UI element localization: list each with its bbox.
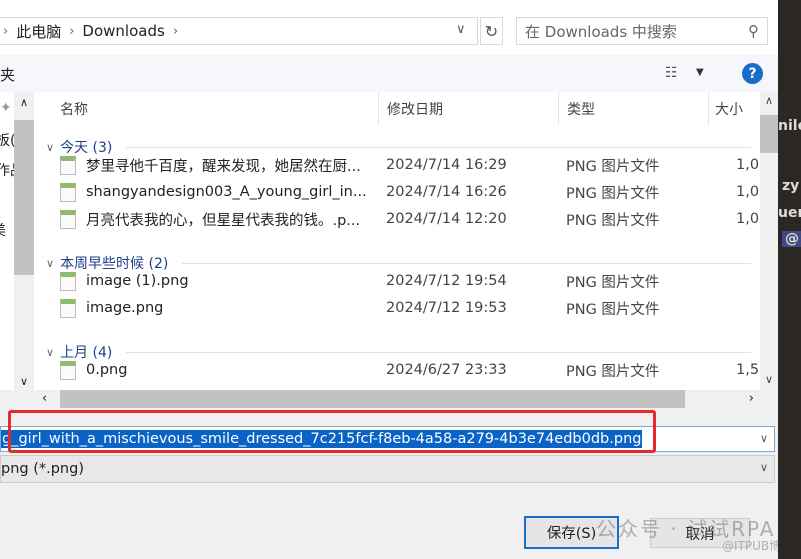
crumb-this-pc[interactable]: 此电脑	[16, 21, 61, 42]
file-name: image (1).png	[86, 273, 189, 289]
png-file-icon	[60, 155, 76, 175]
refresh-button[interactable]: ↻	[480, 17, 503, 45]
caret-down-icon[interactable]: ▼	[696, 67, 704, 78]
file-type: PNG 图片文件	[566, 212, 660, 229]
breadcrumb[interactable]: › 此电脑 › Downloads ›	[0, 17, 478, 45]
file-date: 2024/7/12 19:53	[386, 300, 507, 316]
file-type: PNG 图片文件	[566, 363, 660, 380]
divider	[126, 146, 751, 148]
chevron-down-icon: ∨	[46, 256, 55, 270]
png-file-icon	[60, 298, 76, 318]
file-name: shangyandesign003_A_young_girl_in...	[86, 184, 367, 200]
background-window: nile zy uer @	[778, 0, 801, 559]
file-type: PNG 图片文件	[566, 274, 660, 291]
column-type-label: 类型	[567, 101, 595, 118]
scroll-down-icon[interactable]: ∨	[14, 375, 34, 388]
column-date-label: 修改日期	[387, 101, 443, 118]
nav-item[interactable]: 美	[0, 220, 6, 240]
file-row[interactable]: image.png 2024/7/12 19:53 PNG 图片文件	[60, 295, 760, 321]
file-size: 1,08	[736, 157, 760, 173]
help-button[interactable]: ?	[742, 63, 763, 84]
png-file-icon	[60, 360, 76, 380]
file-date: 2024/7/14 16:26	[386, 184, 507, 200]
file-list: 名称 修改日期∨ 类型 大小 ∨今天 (3)梦里寻他千百度，醒来发现，她居然在厨…	[36, 92, 760, 390]
chevron-down-icon[interactable]: ∨	[760, 461, 768, 474]
filetype-value: png (*.png)	[1, 461, 84, 477]
bg-text: uer	[778, 205, 801, 221]
file-date: 2024/6/27 23:33	[386, 362, 507, 378]
file-row[interactable]: 0.png 2024/6/27 23:33 PNG 图片文件 1,58	[60, 357, 760, 383]
toolbar	[0, 55, 778, 92]
pin-icon: ✦	[0, 100, 12, 116]
column-size-label: 大小	[715, 101, 743, 118]
chevron-right-icon: ›	[69, 23, 75, 39]
file-name: 梦里寻他千百度，醒来发现，她居然在厨...	[86, 158, 361, 175]
search-input[interactable]: 在 Downloads 中搜索 ⚲	[516, 17, 768, 45]
file-type: PNG 图片文件	[566, 301, 660, 318]
file-date: 2024/7/12 19:54	[386, 273, 507, 289]
png-file-icon	[60, 271, 76, 291]
file-size: 1,02	[736, 184, 760, 200]
chevron-down-icon[interactable]: ∨	[760, 432, 768, 445]
sort-desc-icon: ∨	[459, 92, 466, 95]
scroll-up-icon[interactable]: ∧	[14, 96, 34, 109]
column-date[interactable]: 修改日期 ∨	[379, 92, 559, 125]
scroll-right-icon[interactable]: ›	[749, 391, 754, 406]
file-row[interactable]: shangyandesign003_A_young_girl_in... 2024…	[60, 179, 760, 205]
vertical-scrollbar-thumb[interactable]	[760, 115, 778, 153]
column-name-label: 名称	[60, 101, 88, 118]
file-type: PNG 图片文件	[566, 185, 660, 202]
scroll-up-icon[interactable]: ∧	[760, 94, 778, 107]
column-type[interactable]: 类型	[559, 92, 709, 125]
column-size[interactable]: 大小	[709, 92, 760, 125]
crumb-downloads[interactable]: Downloads	[82, 22, 164, 40]
file-date: 2024/7/14 16:29	[386, 157, 507, 173]
file-size: 1,06	[736, 211, 760, 227]
bg-text: @	[782, 231, 801, 247]
view-list-icon[interactable]: ☷	[665, 65, 678, 81]
bg-text: nile	[778, 118, 801, 134]
nav-scrollbar-thumb[interactable]	[14, 120, 34, 275]
new-folder-button[interactable]: 夹	[0, 64, 15, 85]
divider	[126, 351, 751, 353]
divider	[182, 262, 751, 264]
file-date: 2024/7/14 12:20	[386, 211, 507, 227]
scroll-left-icon[interactable]: ‹	[42, 391, 47, 406]
chevron-down-icon[interactable]: ∨	[456, 22, 466, 37]
column-name[interactable]: 名称	[36, 92, 379, 125]
file-name: image.png	[86, 300, 164, 316]
bg-text: zy	[782, 178, 800, 194]
png-file-icon	[60, 182, 76, 202]
file-name: 月亮代表我的心，但星星代表我的钱。.p...	[86, 212, 361, 229]
file-row[interactable]: image (1).png 2024/7/12 19:54 PNG 图片文件	[60, 268, 760, 294]
filetype-select[interactable]: png (*.png) ∨	[0, 455, 775, 483]
file-name: 0.png	[86, 362, 128, 378]
file-row[interactable]: 月亮代表我的心，但星星代表我的钱。.p... 2024/7/14 12:20 PNG…	[60, 206, 760, 232]
file-row[interactable]: 梦里寻他千百度，醒来发现，她居然在厨... 2024/7/14 16:29 PNG …	[60, 152, 760, 178]
search-placeholder: 在 Downloads 中搜索	[525, 22, 677, 41]
chevron-down-icon: ∨	[46, 140, 55, 154]
png-file-icon	[60, 209, 76, 229]
file-size: 1,58	[736, 362, 760, 378]
file-type: PNG 图片文件	[566, 158, 660, 175]
highlight-box	[8, 410, 656, 453]
chevron-right-icon: ›	[172, 23, 179, 39]
horizontal-scrollbar-thumb[interactable]	[60, 390, 685, 408]
chevron-down-icon: ∨	[46, 345, 55, 359]
search-icon: ⚲	[748, 22, 759, 40]
scroll-down-icon[interactable]: ∨	[760, 373, 778, 386]
chevron-right-icon: ›	[3, 23, 9, 39]
